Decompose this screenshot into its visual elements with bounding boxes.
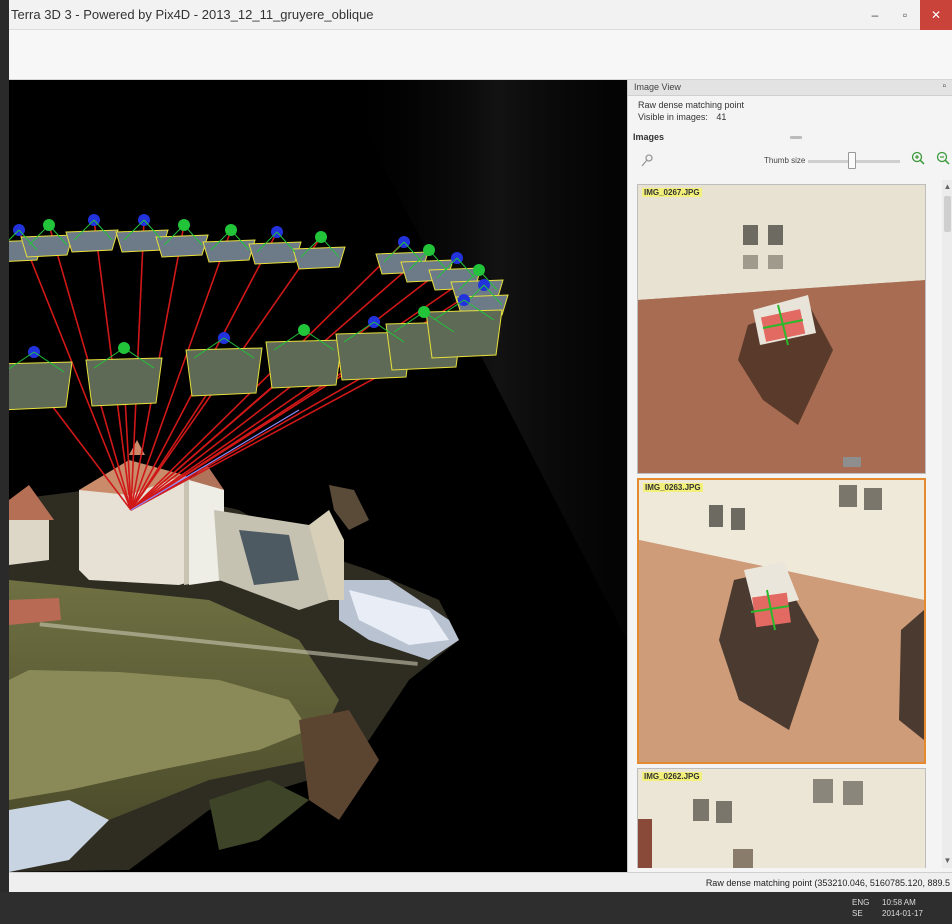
camera-frame xyxy=(155,234,209,258)
thumbnail-item[interactable]: IMG_0262.JPG xyxy=(637,768,926,868)
point-info: Raw dense matching point Visible in imag… xyxy=(628,96,952,123)
title-bar: Terra 3D 3 - Powered by Pix4D - 2013_12_… xyxy=(9,0,952,30)
window-controls: – ▫ ✕ xyxy=(860,0,952,30)
left-edge xyxy=(0,0,9,924)
scroll-handle[interactable] xyxy=(944,196,951,232)
images-section-title: Images xyxy=(633,132,665,142)
status-bar: Raw dense matching point (353210.046, 51… xyxy=(9,872,952,892)
status-message: Raw dense matching point (353210.046, 51… xyxy=(705,878,950,888)
splitter-handle[interactable] xyxy=(790,136,802,139)
camera-frame xyxy=(20,234,74,258)
point-type: Raw dense matching point xyxy=(638,100,745,110)
camera-frame xyxy=(9,361,73,411)
window-title: Terra 3D 3 - Powered by Pix4D - 2013_12_… xyxy=(11,7,374,22)
undock-button[interactable]: ▫ xyxy=(942,81,946,92)
camera-frame xyxy=(202,239,256,263)
thumb-controls: Thumb size xyxy=(628,150,952,172)
visible-in-images: Visible in images: 41 xyxy=(638,111,952,123)
thumbnail-photo xyxy=(638,769,925,868)
thumbnail-filename: IMG_0267.JPG xyxy=(642,188,702,197)
thumbnail-scrollbar[interactable]: ▲ ▼ xyxy=(942,180,952,868)
input-language[interactable]: ENG xyxy=(852,898,869,907)
zoom-in-icon[interactable] xyxy=(911,151,925,168)
close-button[interactable]: ✕ xyxy=(920,0,952,30)
pin-icon[interactable] xyxy=(640,154,654,168)
clock-time[interactable]: 10:58 AM xyxy=(882,898,916,907)
thumbnail-item[interactable]: IMG_0267.JPG xyxy=(637,184,926,474)
scroll-up-icon[interactable]: ▲ xyxy=(942,182,952,192)
visible-count: 41 xyxy=(716,112,727,122)
system-tray[interactable]: ENG SE 10:58 AM 2014-01-17 xyxy=(842,896,952,922)
camera-frame xyxy=(248,241,302,265)
scroll-down-icon[interactable]: ▼ xyxy=(942,856,952,866)
point-cloud-scene[interactable] xyxy=(9,80,627,872)
zoom-out-icon[interactable] xyxy=(936,151,950,168)
point-cloud xyxy=(9,440,459,872)
thumbnail-filename: IMG_0262.JPG xyxy=(642,772,702,781)
camera-frame xyxy=(65,229,119,253)
thumbnail-photo xyxy=(638,185,925,473)
input-region: SE xyxy=(852,909,863,918)
panel-title: Image View xyxy=(634,82,681,92)
3d-viewport[interactable] xyxy=(9,80,627,872)
visible-label: Visible in images: xyxy=(638,112,708,122)
thumbnail-filename: IMG_0263.JPG xyxy=(643,483,703,492)
clock-date: 2014-01-17 xyxy=(882,909,923,918)
os-taskbar: ENG SE 10:58 AM 2014-01-17 xyxy=(0,892,952,924)
thumb-size-label: Thumb size xyxy=(764,156,806,165)
thumb-size-slider-handle[interactable] xyxy=(848,152,856,169)
image-thumbnail-list: IMG_0267.JPG IMG_0263.JPG IMG_0262.JPG xyxy=(634,180,934,868)
minimize-button[interactable]: – xyxy=(860,0,890,30)
projection-ray xyxy=(130,269,480,511)
thumbnail-item-selected[interactable]: IMG_0263.JPG xyxy=(637,478,926,764)
maximize-button[interactable]: ▫ xyxy=(890,0,920,30)
panel-header: Image View ▫ xyxy=(628,80,952,96)
thumbnail-photo xyxy=(639,480,924,762)
image-view-panel: Image View ▫ Raw dense matching point Vi… xyxy=(627,80,952,872)
camera-frame xyxy=(292,246,346,270)
toolbar xyxy=(9,30,952,80)
